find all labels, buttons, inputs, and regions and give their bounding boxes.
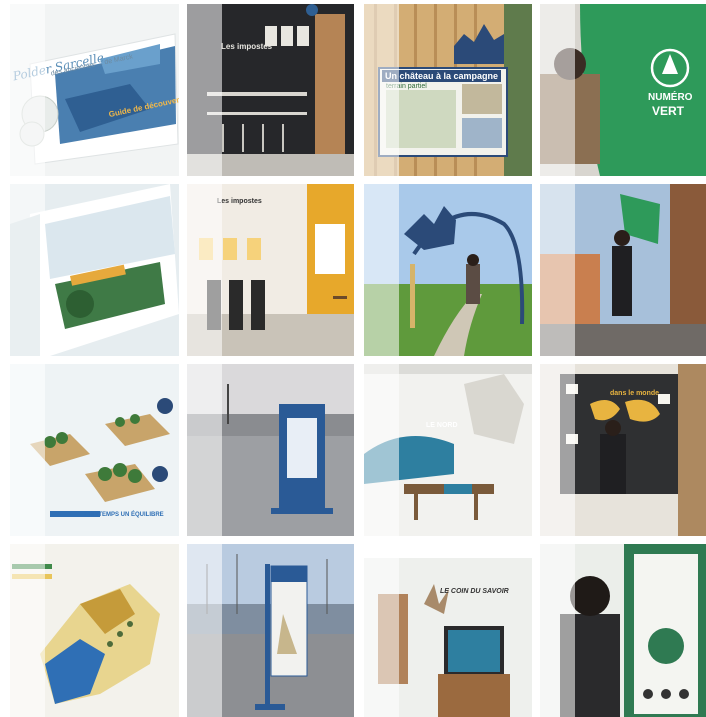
nord-label: LE NORD xyxy=(426,422,458,429)
gallery-tile-forest-diagram[interactable]: PRINTEMPS UN ÉQUILIBRE xyxy=(10,364,179,536)
map-title: dans le monde xyxy=(610,390,660,397)
gallery-tile-sound-station[interactable] xyxy=(540,544,706,717)
dark-wall-exhibit-illustration xyxy=(187,4,354,176)
city-phone-booth-illustration xyxy=(540,184,706,356)
outdoor-panel-illustration xyxy=(364,4,532,176)
savoir-corner-illustration xyxy=(364,544,532,717)
forest-map-illustration xyxy=(10,544,179,717)
gallery-tile-booklet-spread[interactable] xyxy=(10,184,179,356)
room-title: Les impostes xyxy=(217,198,262,205)
marina-sign-illustration xyxy=(187,544,354,717)
gallery-tile-coin-du-savoir[interactable]: LE COIN DU SAVOIR xyxy=(364,544,532,717)
gallery-tile-polder-guide[interactable]: Polder Sarcelle des anciennes ... de Mar… xyxy=(10,4,179,176)
green-phone-booth-illustration xyxy=(540,4,706,176)
panel-subtitle: terrain partiel xyxy=(386,83,427,90)
park-arch-illustration xyxy=(364,184,532,356)
photo-gallery-grid: Polder Sarcelle des anciennes ... de Mar… xyxy=(0,0,706,717)
gallery-tile-forest-map[interactable] xyxy=(10,544,179,717)
gallery-tile-world-map-room[interactable]: dans le monde xyxy=(540,364,706,536)
nord-exhibit-illustration xyxy=(364,364,532,536)
guide-booklet-illustration xyxy=(10,4,179,176)
savoir-title: LE COIN DU SAVOIR xyxy=(440,588,509,595)
forest-cycle-diagram xyxy=(10,364,179,536)
wall-title: Les impostes xyxy=(221,42,273,51)
gallery-tile-harbor-kiosk[interactable] xyxy=(187,364,354,536)
yellow-room-illustration xyxy=(187,184,354,356)
harbor-kiosk-illustration xyxy=(187,364,354,536)
gallery-tile-yellow-room[interactable]: Les impostes xyxy=(187,184,354,356)
gallery-tile-dark-exhibition-wall[interactable]: Les impostes xyxy=(187,4,354,176)
numero-label: NUMÉRO xyxy=(648,92,693,103)
diagram-caption: PRINTEMPS UN ÉQUILIBRE xyxy=(84,512,164,518)
sound-station-illustration xyxy=(540,544,706,717)
gallery-tile-chateau-panel[interactable]: Un château à la campagne terrain partiel xyxy=(364,4,532,176)
gallery-tile-phone-city[interactable] xyxy=(540,184,706,356)
panel-title: Un château à la campagne xyxy=(382,70,502,82)
gallery-tile-nord-exhibit[interactable]: LE NORD xyxy=(364,364,532,536)
vert-label: VERT xyxy=(652,104,685,118)
gallery-tile-numero-vert-phone[interactable]: NUMÉRO VERT xyxy=(540,4,706,176)
booklet-spread-illustration xyxy=(10,184,179,356)
gallery-tile-park-arch[interactable] xyxy=(364,184,532,356)
gallery-tile-marina-sign[interactable] xyxy=(187,544,354,717)
